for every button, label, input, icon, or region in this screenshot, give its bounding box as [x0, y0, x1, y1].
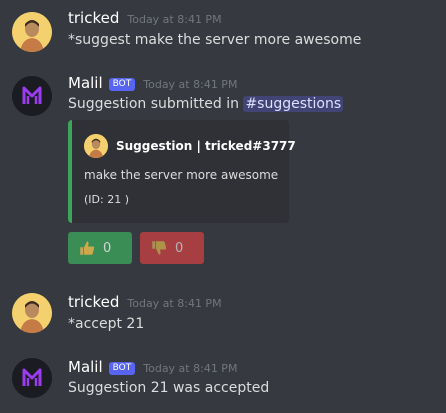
- downvote-count: 0: [175, 240, 184, 256]
- message: Malil BOT Today at 8:41 PM Suggestion 21…: [0, 357, 446, 401]
- bot-badge: BOT: [108, 362, 136, 375]
- channel-mention[interactable]: #suggestions: [243, 96, 344, 112]
- author-name[interactable]: Malil: [68, 357, 103, 377]
- message-content: Suggestion submitted in #suggestions: [68, 94, 344, 114]
- message: tricked Today at 8:41 PM *accept 21: [0, 292, 446, 336]
- bot-avatar[interactable]: [12, 358, 52, 398]
- bot-avatar[interactable]: [12, 76, 52, 116]
- user-avatar[interactable]: [12, 12, 52, 52]
- suggestion-embed: Suggestion | tricked#3777 make the serve…: [68, 120, 296, 223]
- downvote-button[interactable]: 0: [140, 232, 204, 264]
- message-content: *accept 21: [68, 316, 145, 332]
- chat-messages: tricked Today at 8:41 PM *suggest make t…: [0, 0, 446, 413]
- author-name[interactable]: tricked: [68, 292, 119, 312]
- content-text: Suggestion submitted in: [68, 96, 239, 112]
- message-content: Suggestion 21 was accepted: [68, 380, 270, 396]
- upvote-button[interactable]: 0: [68, 232, 132, 264]
- timestamp: Today at 8:41 PM: [127, 297, 222, 310]
- thumbs-down-icon: [152, 241, 167, 255]
- timestamp: Today at 8:41 PM: [143, 78, 238, 91]
- embed-author-name: Suggestion | tricked#3777: [116, 139, 296, 153]
- author-name[interactable]: tricked: [68, 8, 119, 28]
- bot-badge: BOT: [108, 78, 136, 91]
- embed-description: make the server more awesome: [84, 168, 279, 182]
- embed-footer: (ID: 21 ): [84, 193, 129, 206]
- timestamp: Today at 8:41 PM: [127, 13, 222, 26]
- upvote-count: 0: [103, 240, 112, 256]
- thumbs-up-icon: [80, 241, 95, 255]
- user-avatar[interactable]: [12, 293, 52, 333]
- author-name[interactable]: Malil: [68, 73, 103, 93]
- message: tricked Today at 8:41 PM *suggest make t…: [0, 8, 446, 52]
- timestamp: Today at 8:41 PM: [143, 362, 238, 375]
- embed-author-icon: [84, 134, 108, 158]
- message-content: *suggest make the server more awesome: [68, 32, 362, 48]
